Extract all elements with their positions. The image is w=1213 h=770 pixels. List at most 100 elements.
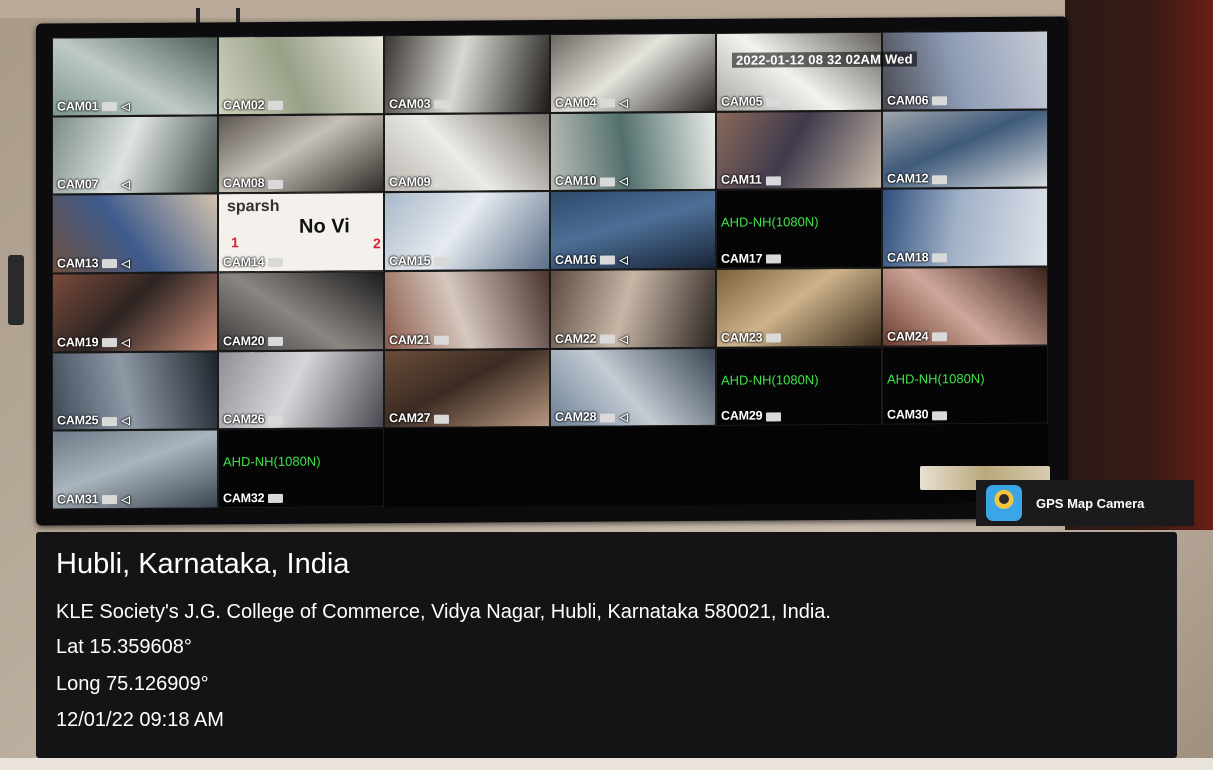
no-signal-text: AHD-NH(1080N) — [887, 370, 985, 387]
record-indicator-icon — [268, 258, 284, 268]
camera-label-text: CAM11 — [721, 172, 762, 188]
camera-tile: CAM10 ◁ — [550, 111, 716, 192]
audio-icon: ◁ — [121, 179, 130, 192]
cctv-grid-screen: AHD-NH(1080N) CAM32 CAM31 ◁ AHD-NH(1080N) CAM… — [52, 30, 1048, 510]
camera-tile: CAM31 ◁ — [52, 429, 218, 510]
record-indicator-icon — [932, 174, 948, 184]
wall — [0, 0, 1213, 18]
camera-label-text: CAM12 — [887, 171, 929, 186]
camera-tile: CAM13 ◁ — [52, 193, 218, 274]
gps-map-camera-icon — [986, 485, 1022, 521]
camera-label-text: CAM09 — [389, 175, 431, 190]
audio-icon: ◁ — [619, 97, 628, 110]
camera-label-text: CAM19 — [57, 334, 99, 350]
camera-tile: CAM02 — [218, 35, 384, 115]
camera-tile: CAM03 — [384, 34, 550, 114]
camera-tile: CAM24 — [882, 266, 1048, 347]
camera-tile: CAM22 ◁ — [550, 268, 716, 349]
camera-label: CAM26 — [223, 412, 284, 427]
record-indicator-icon — [434, 256, 450, 266]
audio-icon: ◁ — [121, 257, 130, 270]
sparsh-step-2: 2 — [373, 235, 381, 252]
record-indicator-icon — [102, 495, 118, 505]
location-address: KLE Society's J.G. College of Commerce, … — [56, 601, 831, 623]
wall-panel-right — [1065, 0, 1213, 530]
camera-tile: CAM16 ◁ — [550, 190, 716, 270]
camera-tile: CAM25 ◁ — [52, 350, 218, 431]
camera-label-text: CAM16 — [555, 252, 597, 267]
camera-tile: CAM27 — [384, 348, 550, 429]
camera-label: CAM09 — [389, 175, 450, 190]
camera-label: CAM17 — [721, 251, 782, 266]
no-signal-text: AHD-NH(1080N) — [223, 453, 321, 470]
camera-label: CAM27 — [389, 411, 450, 425]
record-indicator-icon — [766, 333, 782, 343]
location-city: Hubli, Karnataka, India — [56, 548, 350, 580]
camera-label: CAM01 ◁ — [57, 98, 130, 114]
location-latitude: Lat 15.359608° — [56, 636, 192, 658]
camera-tile: AHD-NH(1080N) CAM17 — [716, 189, 882, 269]
camera-tile: CAM04 ◁ — [550, 32, 716, 113]
record-indicator-icon — [766, 254, 782, 264]
camera-tile: sparsh No Vi 1 2 CAM14 — [218, 192, 384, 273]
camera-label: CAM10 ◁ — [555, 173, 628, 189]
camera-tile: CAM12 — [882, 109, 1048, 189]
location-timestamp: 12/01/22 09:18 AM — [56, 709, 224, 731]
record-indicator-icon — [268, 179, 284, 189]
camera-tile: CAM15 — [384, 191, 550, 272]
camera-label: CAM13 ◁ — [57, 256, 130, 270]
camera-label-text: CAM01 — [57, 98, 99, 114]
camera-tile: CAM21 — [384, 270, 550, 350]
camera-label-text: CAM17 — [721, 251, 763, 266]
camera-label: CAM08 — [223, 176, 284, 191]
camera-label-text: CAM03 — [389, 96, 431, 111]
sparsh-brand: sparsh — [227, 198, 280, 216]
record-indicator-icon — [932, 332, 948, 342]
camera-tile: CAM23 — [716, 267, 882, 348]
camera-tile: CAM19 ◁ — [52, 272, 218, 353]
location-panel: Hubli, Karnataka, India KLE Society's J.… — [36, 532, 1177, 758]
camera-label-text: CAM07 — [57, 177, 99, 192]
camera-tile: CAM11 — [716, 110, 882, 191]
camera-tile: CAM18 — [882, 187, 1048, 268]
record-indicator-icon — [102, 180, 118, 190]
record-indicator-icon — [600, 413, 616, 423]
record-indicator-icon — [434, 335, 450, 345]
camera-tile: CAM08 — [218, 113, 384, 194]
audio-icon: ◁ — [619, 175, 628, 188]
record-indicator-icon — [932, 253, 948, 263]
camera-label-text: CAM10 — [555, 173, 597, 189]
camera-label: CAM25 ◁ — [57, 413, 130, 428]
camera-label: CAM16 ◁ — [555, 252, 628, 267]
camera-tile: AHD-NH(1080N) CAM30 — [882, 345, 1048, 425]
camera-tile: CAM28 ◁ — [550, 347, 716, 428]
gps-map-camera-badge: GPS Map Camera — [976, 480, 1194, 526]
osd-datetime: 2022-01-12 08 32 02AM Wed — [732, 51, 917, 68]
camera-label: CAM18 — [887, 250, 948, 265]
camera-tile: CAM01 ◁ — [52, 36, 218, 117]
record-indicator-icon — [600, 177, 616, 187]
camera-tile: CAM20 — [218, 271, 384, 351]
record-indicator-icon — [600, 255, 616, 265]
record-indicator-icon — [268, 415, 284, 425]
record-indicator-icon — [932, 410, 948, 420]
camera-label: CAM24 — [887, 329, 948, 343]
record-indicator-icon — [766, 411, 782, 422]
camera-tile: CAM05 — [716, 31, 882, 112]
camera-label: CAM23 — [721, 330, 782, 344]
camera-label: CAM06 — [887, 93, 948, 107]
camera-label-text: CAM04 — [555, 95, 597, 110]
record-indicator-icon — [434, 99, 450, 109]
camera-label: CAM04 ◁ — [555, 95, 628, 110]
camera-label-text: CAM22 — [555, 331, 597, 346]
record-indicator-icon — [102, 337, 118, 347]
camera-label: CAM32 — [223, 491, 284, 505]
record-indicator-icon — [434, 178, 450, 188]
camera-label: CAM05 — [721, 94, 782, 108]
audio-icon: ◁ — [121, 415, 130, 428]
sparsh-no-video-text: No Vi — [299, 215, 350, 239]
camera-label-text: CAM28 — [555, 409, 597, 425]
camera-label-text: CAM30 — [887, 407, 929, 422]
audio-icon: ◁ — [121, 493, 130, 506]
camera-tile: AHD-NH(1080N) CAM29 — [716, 346, 882, 427]
